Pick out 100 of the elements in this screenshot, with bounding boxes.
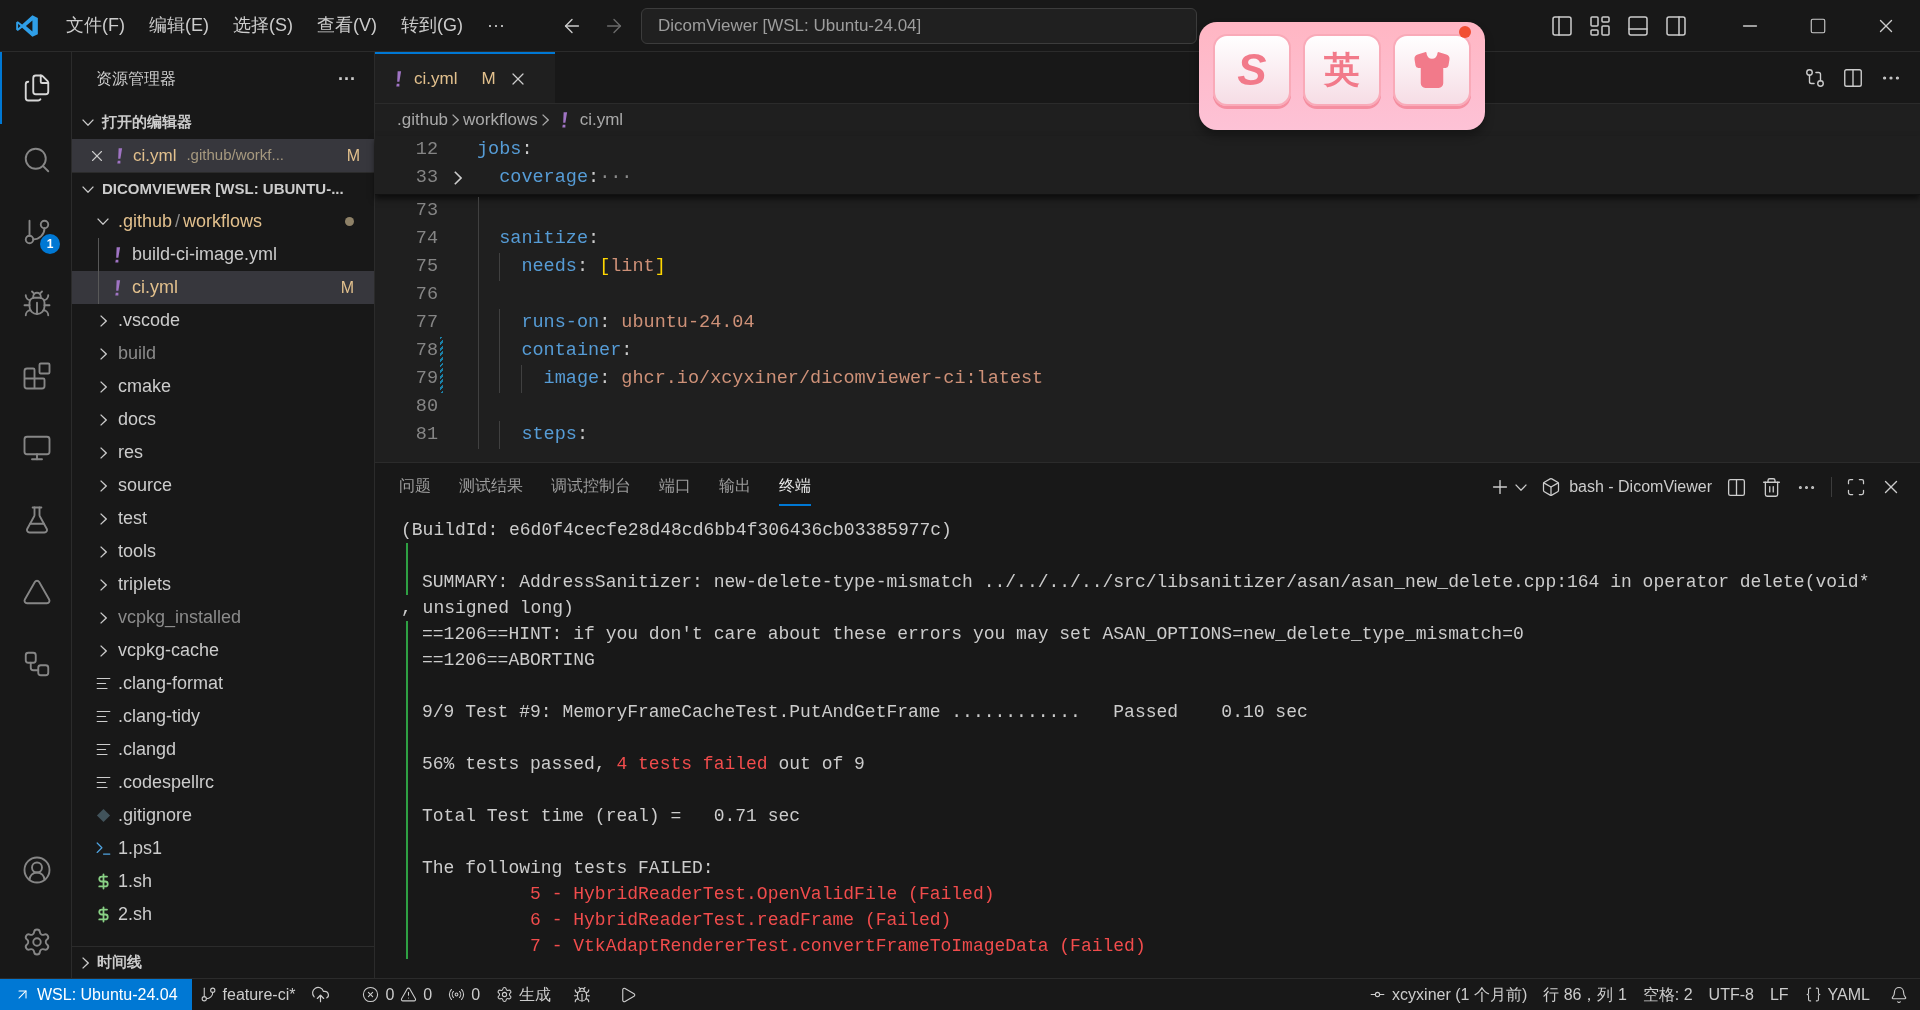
file-name: .clang-format: [118, 672, 224, 695]
tree-item[interactable]: docs: [72, 403, 374, 436]
ime-key[interactable]: [1393, 34, 1471, 106]
tree-item[interactable]: tools: [72, 535, 374, 568]
trash-icon[interactable]: [1761, 476, 1782, 498]
terminal-line: 7 - VtkAdaptRendererTest.convertFrameToImageData (Failed): [529, 934, 1146, 958]
more-actions-button[interactable]: ···: [338, 65, 356, 93]
blame-item[interactable]: xcyxiner (1 个月前): [1361, 979, 1536, 1010]
build-button[interactable]: 生成: [488, 979, 560, 1010]
tree-item[interactable]: vcpkg-cache: [72, 634, 374, 667]
activity-item[interactable]: 1: [0, 196, 72, 268]
problems-item[interactable]: 0 0: [354, 979, 441, 1010]
terminal-selector[interactable]: bash - DicomViewer: [1541, 475, 1712, 499]
tree-item[interactable]: 1.sh: [72, 865, 374, 898]
file-name: .github: [118, 210, 173, 233]
status-item[interactable]: 空格: 2: [1634, 979, 1701, 1010]
git-status: M: [346, 145, 360, 166]
tree-item[interactable]: build: [72, 337, 374, 370]
line-number: 76: [414, 283, 438, 308]
maximize-panel-icon[interactable]: [1846, 477, 1866, 497]
remote-indicator[interactable]: WSL: Ubuntu-24.04: [0, 979, 192, 1010]
file-name: ci.yml: [133, 144, 177, 167]
panel-tab[interactable]: 输出: [719, 468, 751, 506]
tree-item[interactable]: test: [72, 502, 374, 535]
triangle-icon: [22, 577, 52, 607]
menu-item[interactable]: 转到(G): [389, 12, 475, 39]
compare-icon[interactable]: [1804, 66, 1826, 89]
panel-tab[interactable]: 调试控制台: [551, 468, 631, 506]
tree-item[interactable]: .github / workflows: [72, 205, 374, 238]
panel-layout-icon[interactable]: [1626, 13, 1650, 38]
tree-item[interactable]: .gitignore: [72, 799, 374, 832]
tree-item[interactable]: ci.yml M: [72, 271, 374, 304]
tree-item[interactable]: .clang-tidy: [72, 700, 374, 733]
editor-tab[interactable]: ci.yml M: [375, 52, 555, 103]
tree-item[interactable]: .clangd: [72, 733, 374, 766]
status-item[interactable]: UTF-8: [1700, 979, 1762, 1010]
file-name: vcpkg-cache: [118, 639, 220, 662]
chevron-right-icon: [99, 611, 107, 624]
lines-icon: [94, 708, 112, 725]
chevron-down-icon[interactable]: [1515, 483, 1528, 491]
tree-item[interactable]: triplets: [72, 568, 374, 601]
tree-item[interactable]: res: [72, 436, 374, 469]
status-item[interactable]: 行 86，列 1: [1535, 979, 1635, 1010]
menu-item[interactable]: 查看(V): [305, 12, 389, 39]
maximize-icon[interactable]: [1809, 16, 1827, 35]
tree-item[interactable]: cmake: [72, 370, 374, 403]
panel-tab[interactable]: 测试结果: [459, 468, 523, 506]
exclamation-icon: [113, 245, 121, 264]
layout-icon[interactable]: [1588, 13, 1612, 38]
command-center[interactable]: DicomViewer [WSL: Ubuntu-24.04]: [640, 7, 1197, 44]
path-separator: /: [175, 210, 181, 233]
panel-tab[interactable]: 终端: [779, 468, 811, 506]
chevron-right-icon[interactable]: [453, 171, 462, 185]
file-name: build: [118, 342, 157, 365]
split-editor-icon[interactable]: [1842, 66, 1864, 89]
tree-item[interactable]: build-ci-image.yml: [72, 238, 374, 271]
exclamation-icon: [116, 146, 123, 165]
section-header[interactable]: DICOMVIEWER [WSL: UBUNTU-...: [72, 172, 374, 205]
line-number: 77: [414, 311, 438, 336]
open-editor-item[interactable]: ci.yml .github/workf... M: [72, 139, 374, 172]
breadcrumb-item[interactable]: ci.yml: [579, 107, 624, 133]
file-name: .clangd: [118, 738, 177, 761]
bug-icon: [22, 289, 52, 319]
warning-icon: [400, 986, 418, 1003]
tree-item[interactable]: .vscode: [72, 304, 374, 337]
ports-item[interactable]: 0: [440, 979, 489, 1010]
terminal-line: 9/9 Test #9: MemoryFrameCacheTest.PutAndGetFrame ............ Passed 0.10 sec: [422, 700, 1308, 724]
menu-item[interactable]: ···: [475, 12, 517, 39]
breadcrumb-item[interactable]: .github: [397, 107, 449, 133]
section-header[interactable]: 打开的编辑器: [72, 106, 374, 139]
chevron-right-icon: [99, 644, 107, 657]
tree-item[interactable]: source: [72, 469, 374, 502]
menu-item[interactable]: 文件(F): [54, 12, 137, 39]
tree-item[interactable]: 2.sh: [72, 898, 374, 931]
split-terminal-icon[interactable]: [1726, 476, 1747, 498]
account-icon: [22, 855, 52, 885]
sidebar-layout-icon[interactable]: [1550, 13, 1574, 38]
chevron-right-icon: [99, 413, 107, 426]
language-item[interactable]: YAML: [1796, 979, 1878, 1010]
chevron-right-icon: [99, 347, 107, 360]
file-name: test: [118, 507, 147, 530]
tree-item[interactable]: vcpkg_installed: [72, 601, 374, 634]
panel-tab[interactable]: 端口: [659, 468, 691, 506]
menu-item[interactable]: 编辑(E): [137, 12, 221, 39]
breadcrumb-item[interactable]: workflows: [463, 107, 538, 133]
panel-tab[interactable]: 问题: [399, 468, 431, 506]
status-item[interactable]: LF: [1761, 979, 1797, 1010]
terminal-line: (BuildId: e6d0f4cecfe28d48cd6bb4f306436cb03385977c): [401, 518, 952, 542]
code-text: needs: [lint]: [520, 255, 666, 280]
exclamation-icon: [395, 69, 402, 88]
branch-item[interactable]: feature-ci*: [191, 979, 304, 1010]
tree-item[interactable]: 1.ps1: [72, 832, 374, 865]
secondary-sidebar-icon[interactable]: [1664, 13, 1688, 38]
menu-item[interactable]: 选择(S): [221, 12, 305, 39]
tree-item[interactable]: .clang-format: [72, 667, 374, 700]
file-name: build-ci-image.yml: [132, 243, 278, 266]
file-name: .clang-tidy: [118, 705, 201, 728]
chevron-right-icon: [99, 578, 107, 591]
tree-item[interactable]: .codespellrc: [72, 766, 374, 799]
braces-icon: [1804, 986, 1822, 1003]
